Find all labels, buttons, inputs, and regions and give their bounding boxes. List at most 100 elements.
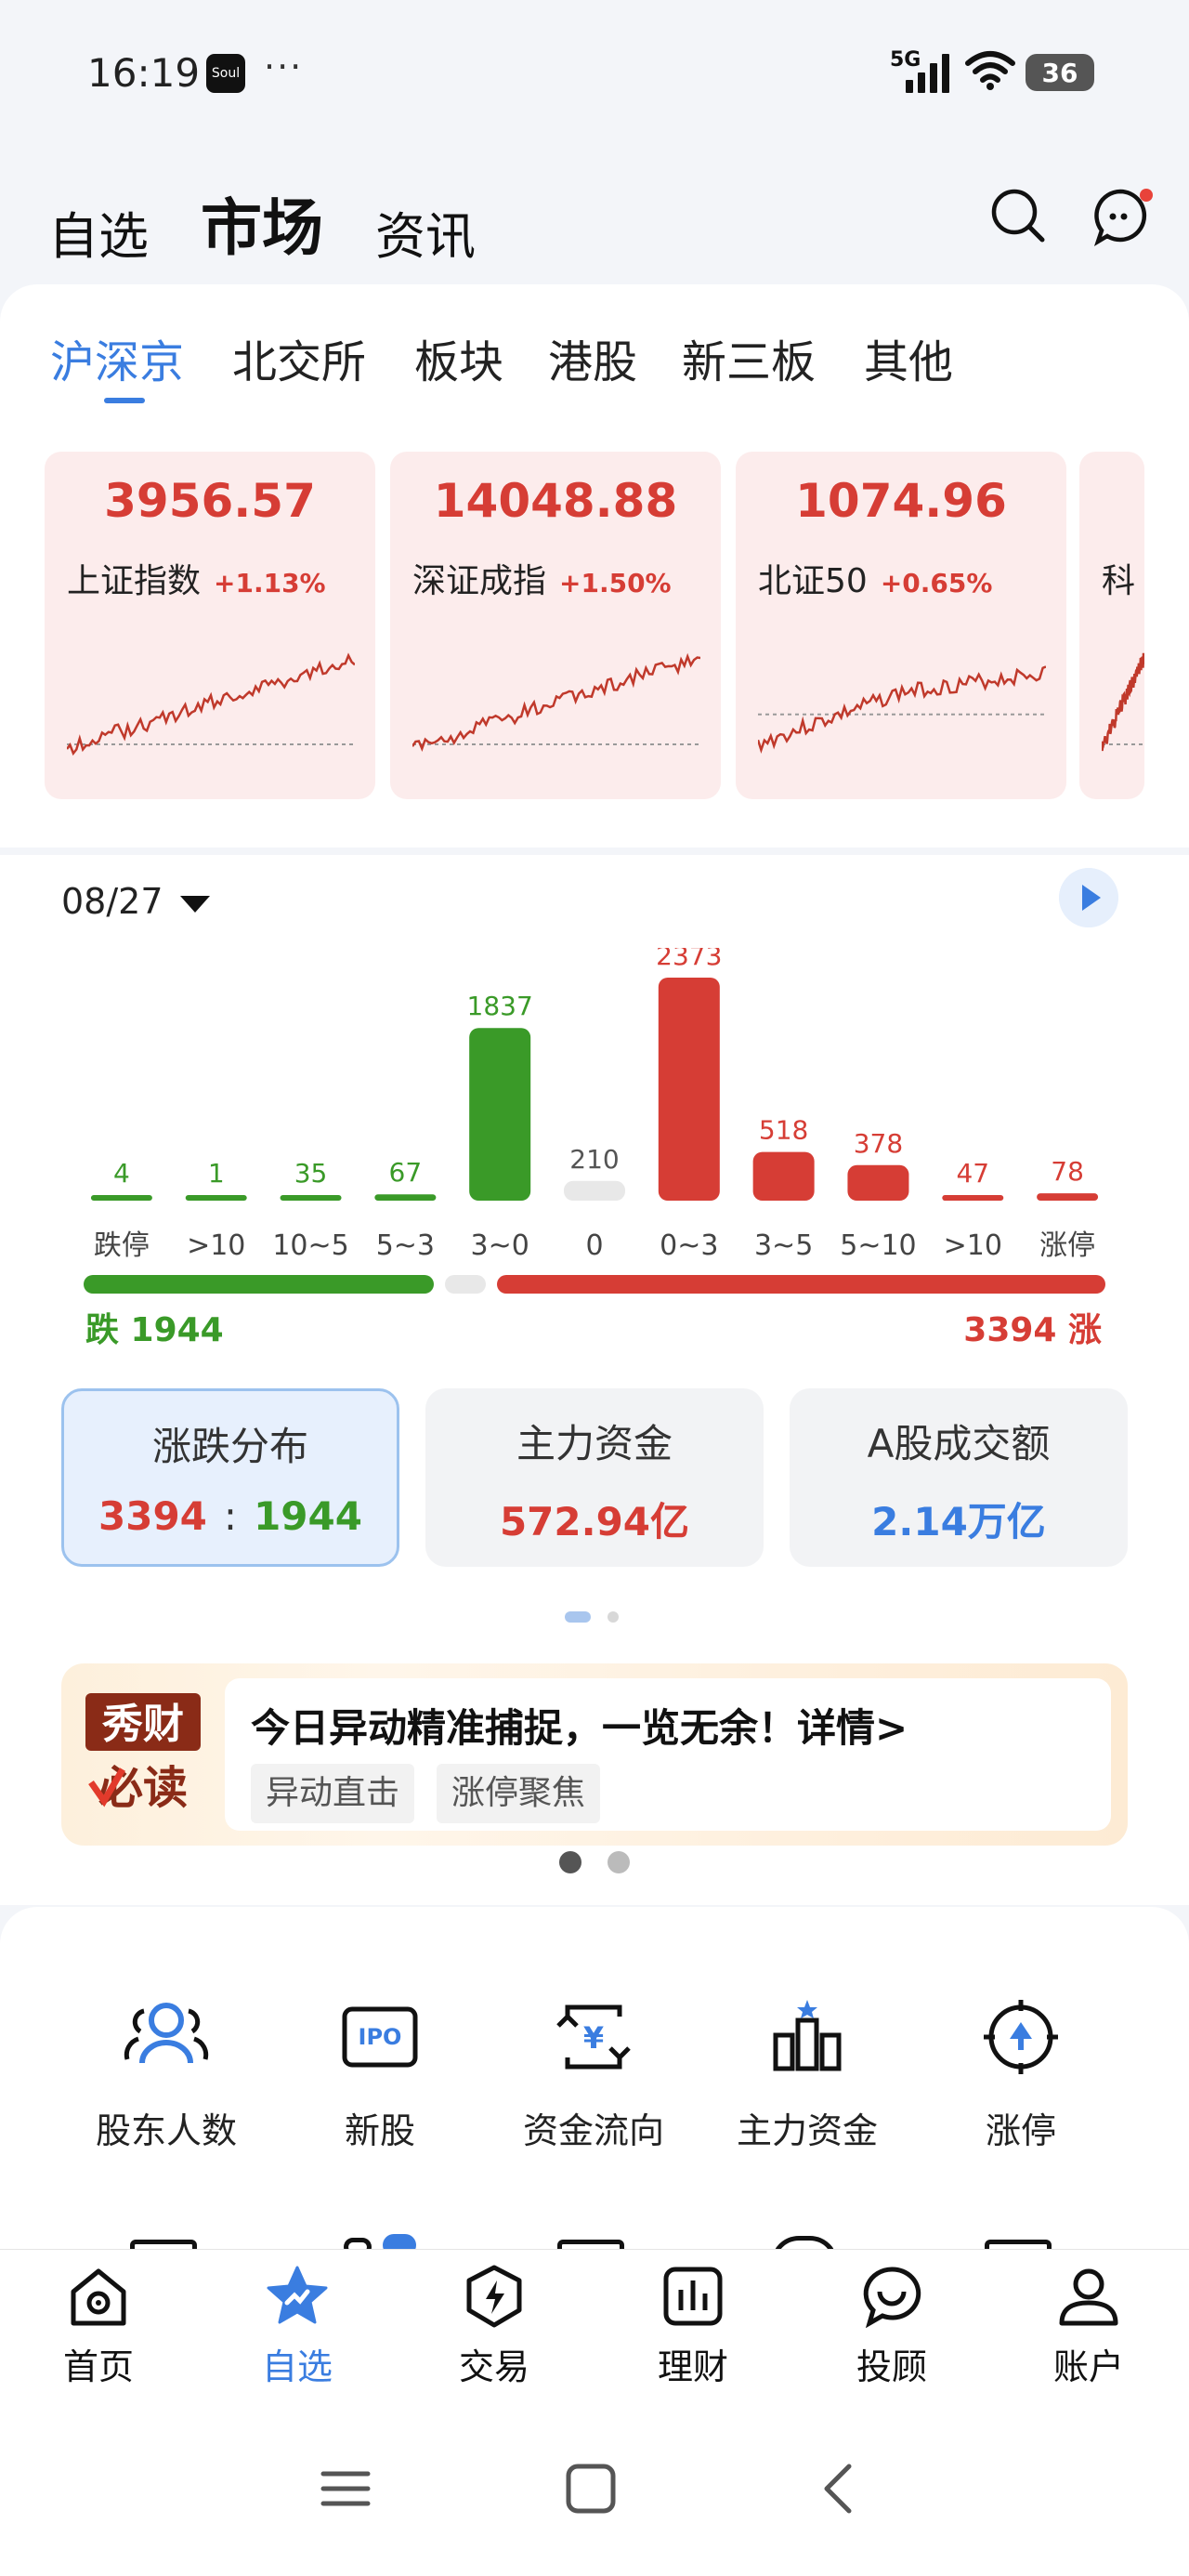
- distribution-bar: [847, 1164, 909, 1201]
- stat-label: 主力资金: [516, 1421, 673, 1466]
- bar-category-label: >10: [187, 1229, 245, 1262]
- tab-advisor[interactable]: 投顾: [827, 2264, 957, 2389]
- message-icon[interactable]: [1091, 184, 1156, 249]
- stat-value: 572.94亿: [499, 1499, 690, 1544]
- index-sparkline: [412, 652, 700, 752]
- tool-label: 股东人数: [95, 2110, 237, 2151]
- distribution-bar: [185, 1195, 247, 1201]
- tool-label: 主力资金: [736, 2110, 878, 2151]
- battery-icon: 36: [1026, 54, 1094, 91]
- account-icon: [1059, 2268, 1118, 2326]
- bar-value-label: 2373: [656, 948, 722, 971]
- date-label: 08/27: [61, 881, 163, 922]
- flat-progress-bar: [445, 1275, 487, 1294]
- fall-count-label: 跌 1944: [85, 1311, 224, 1349]
- banner-headline[interactable]: 今日异动精准捕捉，一览无余！详情>: [251, 1697, 908, 1754]
- status-time: 16:19: [87, 50, 201, 96]
- tab-trade[interactable]: 交易: [429, 2264, 559, 2389]
- banner-tag[interactable]: 涨停聚焦: [437, 1764, 601, 1823]
- dropdown-triangle-icon: [179, 895, 210, 913]
- index-name: 深证成指: [412, 562, 547, 600]
- index-name: 科: [1102, 562, 1136, 600]
- index-card-bj50[interactable]: 1074.96 北证50 +0.65%: [736, 452, 1066, 799]
- index-card-sh[interactable]: 3956.57 上证指数 +1.13%: [45, 452, 375, 799]
- tool-fund-flow[interactable]: ¥ 资金流向: [487, 1998, 700, 2153]
- home-icon: [71, 2268, 126, 2326]
- index-sparkline: [758, 665, 1046, 755]
- index-change: +1.50%: [559, 568, 672, 598]
- bar-value-label: 67: [389, 1157, 423, 1188]
- menu-icon[interactable]: [320, 2463, 372, 2515]
- subtab-bse[interactable]: 北交所: [232, 325, 366, 390]
- banner-dot-active: [559, 1851, 581, 1873]
- stat-card-turnover[interactable]: A股成交额 2.14万亿: [790, 1388, 1128, 1567]
- bar-category-label: 5~10: [840, 1229, 916, 1262]
- bar-value-label: 210: [569, 1144, 619, 1175]
- distribution-chart: 4 跌停 1 >10 35 10~5 67 5~3 1837 3~0 210 0 2373 0~3 518 3…: [90, 948, 1099, 1262]
- tool-label: 新股: [344, 2110, 415, 2151]
- distribution-bar: [280, 1195, 342, 1201]
- stat-card-distribution[interactable]: 涨跌分布 3394:1944: [61, 1388, 399, 1567]
- bar-value-label: 4: [113, 1158, 130, 1189]
- subtab-neeq[interactable]: 新三板: [682, 325, 816, 390]
- bar-category-label: 0~3: [660, 1229, 718, 1262]
- play-icon[interactable]: [1059, 868, 1118, 927]
- banner-tag[interactable]: 异动直击: [251, 1764, 415, 1823]
- bar-category-label: >10: [944, 1229, 1002, 1262]
- back-icon[interactable]: [814, 2463, 866, 2515]
- stat-card-main-fund[interactable]: 主力资金 572.94亿: [425, 1388, 764, 1567]
- tab-finance[interactable]: 理财: [628, 2264, 758, 2389]
- page-dot: [608, 1611, 619, 1623]
- fall-progress-bar: [84, 1275, 435, 1294]
- bar-value-label: 518: [759, 1115, 808, 1146]
- bar-category-label: 3~0: [471, 1229, 529, 1262]
- tab-market[interactable]: 市场: [201, 178, 323, 268]
- bar-category-label: 涨停: [1039, 1229, 1095, 1262]
- index-card-star[interactable]: 科: [1079, 452, 1144, 799]
- tab-label: 投顾: [856, 2346, 927, 2387]
- sparkline-path: [758, 665, 1046, 755]
- fund-flow-icon: ¥: [556, 2004, 631, 2070]
- tool-limit-up[interactable]: 涨停: [914, 1998, 1128, 2153]
- news-banner[interactable]: 秀财 必读 今日异动精准捕捉，一览无余！详情> 异动直击 涨停聚焦: [61, 1663, 1128, 1846]
- stat-value: 2.14万亿: [871, 1499, 1046, 1544]
- tab-watchlist[interactable]: 自选: [48, 195, 149, 269]
- tool-shareholders[interactable]: 股东人数: [59, 1998, 273, 2153]
- index-change: +0.65%: [880, 568, 993, 598]
- tool-ipo[interactable]: IPO 新股: [273, 1998, 487, 2153]
- shareholders-icon: [124, 2003, 209, 2064]
- svg-text:秀财: 秀财: [101, 1701, 184, 1748]
- limit-up-icon: [984, 2000, 1058, 2074]
- tab-label: 交易: [458, 2346, 529, 2387]
- bar-value-label: 1837: [467, 991, 533, 1021]
- tab-news[interactable]: 资讯: [375, 195, 476, 269]
- date-selector[interactable]: 08/27: [61, 881, 210, 922]
- bar-category-label: 0: [585, 1229, 603, 1262]
- scroll-mask: [1144, 452, 1189, 799]
- tab-label: 首页: [62, 2346, 134, 2387]
- tool-main-fund[interactable]: 主力资金: [700, 1998, 914, 2153]
- rise-progress-bar: [497, 1275, 1105, 1294]
- sparkline-path: [67, 652, 355, 756]
- wifi-icon: [965, 51, 1015, 90]
- home-nav-icon[interactable]: [565, 2463, 617, 2515]
- stat-label: 涨跌分布: [151, 1424, 308, 1469]
- tool-label: 资金流向: [522, 2110, 664, 2151]
- search-icon[interactable]: [988, 186, 1048, 245]
- bar-value-label: 78: [1051, 1156, 1084, 1187]
- finance-icon: [663, 2267, 723, 2326]
- subtab-hk[interactable]: 港股: [548, 325, 637, 390]
- subtab-other[interactable]: 其他: [864, 325, 953, 390]
- tab-account[interactable]: 账户: [1024, 2264, 1154, 2389]
- subtab-sectors[interactable]: 板块: [414, 325, 503, 390]
- tab-home[interactable]: 首页: [33, 2264, 163, 2389]
- index-card-sz[interactable]: 14048.88 深证成指 +1.50%: [390, 452, 721, 799]
- subtab-hushenjing[interactable]: 沪深京: [50, 325, 184, 390]
- stat-up-count: 3394: [98, 1493, 207, 1539]
- index-sparkline: [1102, 652, 1144, 752]
- index-value: 3956.57: [104, 474, 316, 528]
- tab-watchlist-bottom[interactable]: 自选: [232, 2264, 362, 2389]
- tab-label: 自选: [261, 2346, 333, 2387]
- more-notifications-icon: ···: [264, 46, 304, 87]
- xiucai-logo: 秀财 必读: [85, 1693, 201, 1814]
